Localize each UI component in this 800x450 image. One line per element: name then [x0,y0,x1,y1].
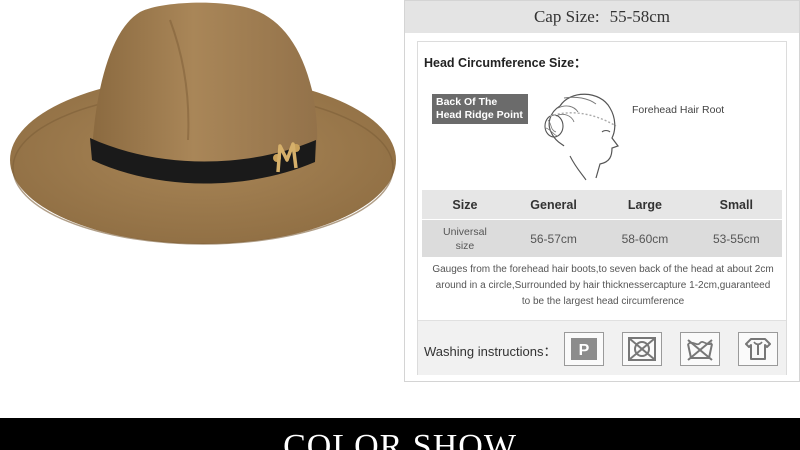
fedora-hat-image [10,2,396,245]
size-card: Head Circumference Size： Back Of The Hea… [417,41,787,375]
hat-crown [92,2,318,171]
table-row: Universal size 56-57cm 58-60cm 53-55cm [422,219,782,257]
back-label-line2: Head Ridge Point [436,109,523,121]
large-value: 58-60cm [599,219,691,257]
washing-instructions-row: Washing instructions： P [418,320,786,375]
size-table-header-row: Size General Large Small [422,190,782,220]
cap-size-value: 55-58cm [609,7,671,26]
hang-dry-icon [738,332,778,366]
washing-instructions-label: Washing instructions： [424,344,557,359]
size-table: Size General Large Small Universal size … [422,190,782,257]
size-header: Size [422,190,508,220]
size-label: size [455,239,475,252]
back-of-head-label: Back Of The Head Ridge Point [432,94,528,124]
forehead-hair-root-label: Forehead Hair Root [632,104,725,116]
large-header: Large [599,190,691,220]
note-line: around in a circle,Surrounded by hair th… [435,280,771,291]
cap-size-label: Cap Size: [533,7,600,26]
color-show-banner: COLOR SHOW [0,418,800,450]
color-show-title: COLOR SHOW [283,428,517,450]
universal-size-cell: Universal size [422,219,508,257]
no-wash-icon [680,332,720,366]
measurement-note: Gauges from the forehead hair boots,to s… [422,262,784,310]
no-tumble-dry-icon [622,332,662,366]
size-info-panel: Cap Size: 55-58cm Head Circumference Siz… [404,0,800,382]
general-header: General [507,190,600,220]
head-sketch-icon [544,93,619,181]
dry-clean-p-icon: P [564,332,604,366]
p-letter: P [579,342,590,359]
head-circumference-title: Head Circumference Size： [424,56,587,70]
general-value: 56-57cm [507,219,600,257]
back-label-line1: Back Of The [436,96,498,108]
cap-size-bar: Cap Size: 55-58cm [405,1,799,33]
small-header: Small [690,190,782,220]
universal-label: Universal [443,225,487,238]
note-line: Gauges from the forehead hair boots,to s… [432,264,774,275]
small-value: 53-55cm [690,219,782,257]
note-line: to be the largest head circumference [521,296,685,307]
